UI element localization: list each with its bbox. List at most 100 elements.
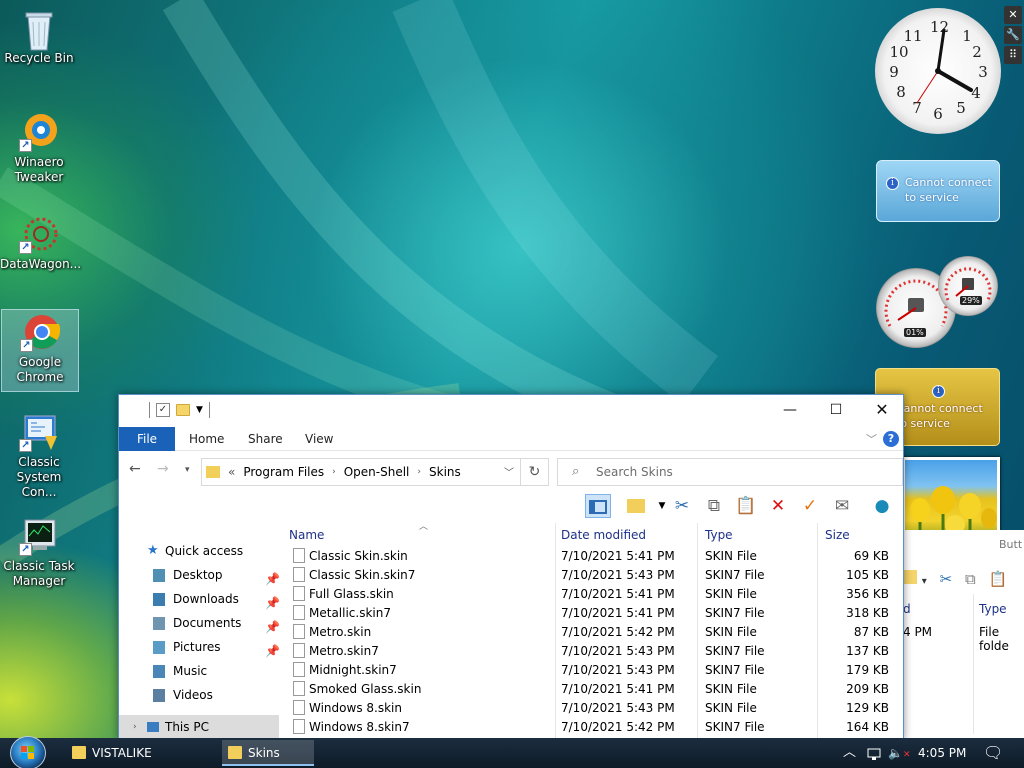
file-date: 7/10/2021 5:42 PM bbox=[561, 625, 675, 639]
sort-ascending-icon: ︿ bbox=[419, 523, 429, 532]
desktop-icon-label: DataWagon... bbox=[0, 257, 82, 271]
nav-music[interactable]: Music bbox=[119, 659, 279, 683]
file-name: Windows 8.skin bbox=[309, 701, 402, 715]
column-date-modified[interactable]: Date modified bbox=[561, 528, 646, 542]
file-name: Metallic.skin7 bbox=[309, 606, 391, 620]
title-bar[interactable]: ✓ ▼ — ☐ ✕ bbox=[119, 395, 903, 427]
shortcut-arrow-icon: ↗ bbox=[20, 339, 33, 352]
taskbar-item-vistalike[interactable]: VISTALIKE PowerButt... bbox=[66, 740, 216, 766]
explorer-window[interactable]: ✓ ▼ — ☐ ✕ File Home Share View ﹀ ? ← → ▾… bbox=[118, 394, 904, 740]
file-row[interactable]: Metro.skin 7/10/2021 5:42 PM SKIN File 87 K… bbox=[279, 623, 903, 642]
file-row[interactable]: Midnight.skin7 7/10/2021 5:43 PM SKIN7 Fil… bbox=[279, 661, 903, 680]
recent-locations-icon[interactable]: ▾ bbox=[185, 465, 190, 475]
file-row[interactable]: Smoked Glass.skin 7/10/2021 5:41 PM SKIN F… bbox=[279, 680, 903, 699]
file-row[interactable]: Full Glass.skin 7/10/2021 5:41 PM SKIN Fil… bbox=[279, 585, 903, 604]
desktop-icon-datawagon[interactable]: ↗ DataWagon... bbox=[0, 212, 82, 272]
chevron-right-icon[interactable]: › bbox=[332, 467, 336, 477]
file-row[interactable]: Classic Skin.skin7 7/10/2021 5:43 PM SKIN7… bbox=[279, 566, 903, 585]
network-icon[interactable] bbox=[866, 738, 882, 768]
desktop-icon-classic-task-manager[interactable]: ↗ Classic Task Manager bbox=[0, 514, 78, 589]
tab-home[interactable]: Home bbox=[175, 427, 238, 451]
paste-icon[interactable]: 📋 bbox=[733, 494, 759, 518]
address-bar[interactable]: « Program Files › Open-Shell › Skins ﹀ ↻ bbox=[201, 458, 549, 486]
nav-label: Desktop bbox=[173, 568, 223, 582]
customize-dropdown-icon[interactable]: ▼ bbox=[196, 405, 203, 415]
weather-status: Cannot connect to service bbox=[905, 176, 992, 204]
desktop-icon-recycle-bin[interactable]: Recycle Bin bbox=[0, 6, 78, 66]
taskbar-item-skins[interactable]: Skins bbox=[222, 740, 314, 766]
email-icon[interactable]: ✉ bbox=[829, 494, 855, 518]
file-date: 7/10/2021 5:42 PM bbox=[561, 720, 675, 734]
minimize-button[interactable]: — bbox=[767, 395, 813, 425]
file-size: 87 KB bbox=[853, 625, 889, 639]
bg-column-date: d bbox=[903, 602, 911, 616]
nav-videos[interactable]: Videos bbox=[119, 683, 279, 707]
delete-icon[interactable]: ✕ bbox=[765, 494, 791, 518]
start-button[interactable] bbox=[10, 736, 46, 768]
clock-gadget[interactable]: 12 1 2 3 4 5 6 7 8 9 10 11 bbox=[875, 8, 1001, 134]
search-box[interactable]: ⌕ Search Skins bbox=[557, 458, 903, 486]
file-row[interactable]: Metro.skin7 7/10/2021 5:43 PM SKIN7 File 13… bbox=[279, 642, 903, 661]
gadget-controls: ✕ 🔧 ⠿ bbox=[1004, 6, 1022, 66]
close-button[interactable]: ✕ bbox=[859, 395, 905, 425]
file-type: SKIN File bbox=[705, 682, 757, 696]
file-icon bbox=[293, 719, 305, 734]
properties-folder-icon[interactable] bbox=[623, 494, 649, 518]
clock-time[interactable]: 4:05 PM bbox=[918, 738, 966, 768]
tab-file[interactable]: File bbox=[119, 427, 175, 451]
desktop-icon-google-chrome[interactable]: ↗ Google Chrome bbox=[1, 309, 79, 392]
copy-icon[interactable]: ⧉ bbox=[701, 494, 727, 518]
maximize-button[interactable]: ☐ bbox=[813, 395, 859, 425]
tab-view[interactable]: View bbox=[291, 427, 347, 451]
cut-icon[interactable]: ✂ bbox=[669, 494, 695, 518]
help-icon[interactable]: ? bbox=[883, 431, 899, 447]
file-row[interactable]: Classic Skin.skin 7/10/2021 5:41 PM SKIN F… bbox=[279, 547, 903, 566]
cpu-percent: 01% bbox=[904, 328, 926, 337]
file-row[interactable]: Windows 8.skin 7/10/2021 5:43 PM SKIN File… bbox=[279, 699, 903, 718]
nav-label: Music bbox=[173, 664, 208, 678]
forward-arrow-icon[interactable]: → bbox=[157, 461, 169, 477]
volume-muted-icon[interactable]: 🔈✕ bbox=[888, 738, 911, 768]
column-name[interactable]: Name bbox=[289, 528, 324, 542]
nav-downloads[interactable]: Downloads 📌 bbox=[119, 587, 279, 611]
cut-icon: ✂ bbox=[939, 570, 953, 588]
nav-desktop[interactable]: Desktop 📌 bbox=[119, 563, 279, 587]
file-row[interactable]: Windows 8.skin7 7/10/2021 5:42 PM SKIN7 Fi… bbox=[279, 718, 903, 737]
memory-gauge[interactable]: 29% bbox=[938, 256, 998, 316]
chevron-right-icon[interactable]: › bbox=[417, 467, 421, 477]
notifications-icon[interactable]: 🗨 bbox=[983, 738, 1003, 768]
quick-access-toolbar: ✓ ▼ bbox=[149, 402, 210, 418]
back-arrow-icon[interactable]: ← bbox=[129, 461, 141, 477]
tab-share[interactable]: Share bbox=[234, 427, 297, 451]
desktop-icon-classic-system-control[interactable]: ↗ Classic System Con... bbox=[0, 410, 78, 500]
breadcrumb-open-shell[interactable]: Open-Shell bbox=[344, 465, 410, 479]
nav-this-pc[interactable]: › This PC bbox=[119, 715, 279, 739]
properties-icon[interactable]: ✓ bbox=[156, 403, 170, 417]
file-type: SKIN File bbox=[705, 549, 757, 563]
address-overflow-chevron[interactable]: « bbox=[228, 465, 235, 479]
clock-hands bbox=[916, 28, 973, 104]
show-hidden-icons-icon[interactable]: ︿ bbox=[843, 738, 856, 768]
background-explorer-window[interactable]: Butt ▾ ✂ ⧉ 📋 d Type 4 PM File folde bbox=[898, 530, 1024, 740]
new-folder-icon[interactable] bbox=[176, 404, 190, 416]
rename-icon[interactable]: ✓ bbox=[797, 494, 823, 518]
file-row[interactable]: Metallic.skin7 7/10/2021 5:41 PM SKIN7 Fil… bbox=[279, 604, 903, 623]
nav-documents[interactable]: Documents 📌 bbox=[119, 611, 279, 635]
nav-pictures[interactable]: Pictures 📌 bbox=[119, 635, 279, 659]
expand-chevron-icon[interactable]: › bbox=[133, 715, 137, 739]
nav-quick-access[interactable]: ★ Quick access bbox=[119, 539, 279, 563]
address-dropdown-icon[interactable]: ﹀ bbox=[504, 464, 514, 479]
wrench-icon[interactable]: 🔧 bbox=[1004, 26, 1022, 44]
desktop-icon-winaero-tweaker[interactable]: ↗ Winaero Tweaker bbox=[0, 110, 78, 185]
close-icon[interactable]: ✕ bbox=[1004, 6, 1022, 24]
column-size[interactable]: Size bbox=[825, 528, 850, 542]
weather-gadget[interactable]: i Cannot connect to service bbox=[876, 160, 1000, 222]
share-icon[interactable]: ● bbox=[869, 494, 895, 518]
breadcrumb-skins[interactable]: Skins bbox=[429, 465, 461, 479]
ribbon-expand-icon[interactable]: ﹀ bbox=[866, 431, 877, 447]
refresh-icon[interactable]: ↻ bbox=[520, 459, 548, 485]
grip-icon[interactable]: ⠿ bbox=[1004, 46, 1022, 64]
column-type[interactable]: Type bbox=[705, 528, 733, 542]
preview-pane-icon[interactable] bbox=[585, 494, 611, 518]
breadcrumb-program-files[interactable]: Program Files bbox=[243, 465, 324, 479]
